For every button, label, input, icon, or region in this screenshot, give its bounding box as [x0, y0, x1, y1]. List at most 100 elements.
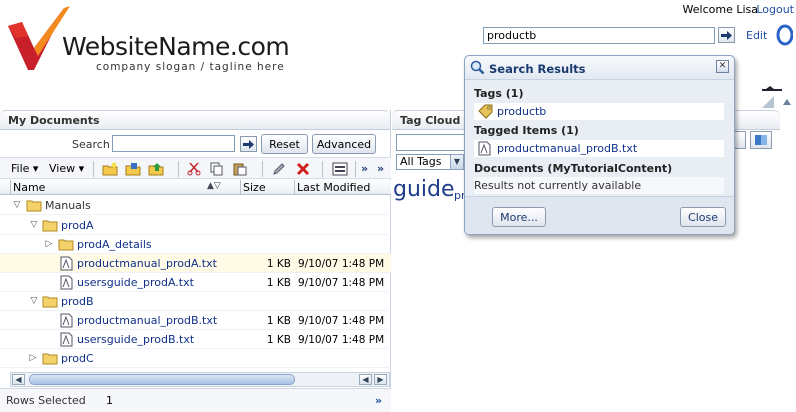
company-logo: WebsiteName.com company slogan / tagline…	[4, 4, 304, 76]
status-bar: Rows Selected 1 »	[0, 388, 391, 412]
panel-overflow-icon[interactable]: »	[377, 162, 384, 175]
tag-toolbar-button[interactable]	[734, 131, 746, 149]
modified-column-header[interactable]: Last Modified	[297, 181, 370, 194]
global-search-go-button[interactable]	[718, 27, 735, 43]
name-column-header[interactable]: Name	[13, 181, 45, 194]
slogan: company slogan / tagline here	[96, 61, 285, 73]
arrow-right-icon	[721, 30, 732, 40]
my-documents-panel: My Documents Search Reset Advanced File …	[0, 110, 391, 412]
advanced-search-button[interactable]: Advanced	[312, 134, 376, 154]
folder-icon	[42, 353, 58, 365]
oracle-logo-icon	[776, 24, 793, 46]
documents-grid-header: Name ▲▽ Size Last Modified	[0, 180, 391, 195]
scroll-left-icon[interactable]: ◀	[359, 374, 372, 385]
table-row[interactable]: usersguide_prodA.txt 1 KB 9/10/07 1:48 P…	[0, 273, 391, 292]
folder-icon	[42, 220, 58, 232]
text-file-icon	[60, 275, 73, 290]
more-results-button[interactable]: More...	[492, 207, 546, 227]
brand-name: WebsiteName.com	[62, 32, 290, 61]
magnifier-icon	[470, 60, 485, 75]
folder-name[interactable]: prodA	[61, 219, 94, 232]
file-name[interactable]: productmanual_prodB.txt	[77, 314, 217, 327]
documents-search-input[interactable]	[112, 135, 235, 152]
file-size: 1 KB	[266, 258, 291, 270]
close-popup-button[interactable]: Close	[680, 207, 726, 227]
logout-link[interactable]: Logout	[756, 3, 794, 16]
tag-icon	[478, 104, 493, 119]
collapse-icon[interactable]: ▽	[29, 296, 39, 306]
toolbar-overflow-icon[interactable]: »	[361, 162, 368, 175]
view-menu[interactable]: View ▾	[49, 162, 84, 175]
size-column-header[interactable]: Size	[243, 181, 266, 194]
table-row[interactable]: ▽ Manuals	[0, 196, 391, 215]
global-search-input[interactable]	[483, 27, 715, 44]
tag-filter-input[interactable]	[396, 134, 466, 151]
file-size: 1 KB	[266, 334, 291, 346]
copy-icon[interactable]	[208, 160, 226, 178]
collapse-icon[interactable]: ▽	[29, 220, 39, 230]
file-name[interactable]: usersguide_prodA.txt	[77, 276, 194, 289]
expand-icon[interactable]: ▷	[44, 239, 54, 249]
status-overflow-icon[interactable]: »	[375, 394, 382, 407]
folder-name[interactable]: Manuals	[45, 199, 91, 212]
search-results-header: Search Results ✕	[465, 56, 734, 80]
folder-name[interactable]: prodB	[61, 295, 94, 308]
edit-link[interactable]: Edit	[746, 29, 767, 42]
upload-document-icon[interactable]	[124, 160, 142, 178]
folder-name[interactable]: prodA_details	[77, 238, 152, 251]
tag-filter-select[interactable]: All Tags ▼	[396, 154, 464, 170]
documents-search-go-button[interactable]	[240, 136, 257, 152]
horizontal-scrollbar[interactable]: ◀ ◀ ▶	[10, 372, 390, 387]
file-name[interactable]: productmanual_prodA.txt	[77, 257, 217, 270]
documents-toolbar: File ▾ View ▾ » »	[0, 157, 391, 179]
file-size: 1 KB	[266, 315, 291, 327]
table-row[interactable]: productmanual_prodB.txt 1 KB 9/10/07 1:4…	[0, 311, 391, 330]
text-file-icon	[60, 256, 73, 271]
chevron-down-icon[interactable]: ▼	[450, 154, 464, 170]
arrow-right-icon	[243, 139, 254, 149]
close-icon[interactable]: ✕	[716, 60, 729, 73]
my-documents-title: My Documents	[0, 110, 390, 130]
delete-icon[interactable]	[294, 160, 312, 178]
tagged-items-heading: Tagged Items (1)	[474, 124, 579, 137]
documents-search-label: Search	[72, 138, 110, 151]
minimize-icon[interactable]	[762, 86, 782, 92]
scroll-right-icon[interactable]: ▶	[374, 374, 387, 385]
table-row[interactable]: ▷ prodC	[0, 349, 391, 368]
file-modified: 9/10/07 1:48 PM	[298, 258, 385, 270]
table-row[interactable]: usersguide_prodB.txt 1 KB 9/10/07 1:48 P…	[0, 330, 391, 349]
collapse-icon[interactable]: ▽	[12, 200, 22, 210]
scrollbar-thumb[interactable]	[29, 374, 295, 385]
expand-icon[interactable]: ▷	[28, 353, 38, 363]
rows-selected-label: Rows Selected	[6, 394, 86, 407]
documents-result-message: Results not currently available	[474, 177, 724, 194]
tag-refresh-button[interactable]	[750, 131, 772, 149]
properties-icon[interactable]	[331, 160, 349, 178]
sort-icon[interactable]: ▲▽	[207, 181, 221, 191]
tagged-item-result[interactable]: productmanual_prodB.txt	[474, 140, 724, 157]
text-file-icon	[60, 332, 73, 347]
tag-cloud-tag[interactable]: guide	[393, 177, 455, 202]
table-row[interactable]: ▷ prodA_details	[0, 235, 391, 254]
scroll-up-icon[interactable]	[781, 96, 793, 108]
reset-button[interactable]: Reset	[261, 134, 308, 154]
file-modified: 9/10/07 1:48 PM	[298, 315, 385, 327]
folder-icon	[26, 200, 42, 212]
file-menu[interactable]: File ▾	[11, 162, 38, 175]
table-row[interactable]: ▽ prodB	[0, 292, 391, 311]
new-folder-icon[interactable]	[101, 160, 119, 178]
folder-icon	[42, 296, 58, 308]
table-row[interactable]: ▽ prodA	[0, 216, 391, 235]
file-name[interactable]: usersguide_prodB.txt	[77, 333, 194, 346]
resize-icon[interactable]	[762, 96, 774, 108]
scroll-left-icon[interactable]: ◀	[12, 374, 25, 385]
welcome-text: Welcome Lisa	[682, 3, 758, 16]
upload-icon[interactable]	[147, 160, 165, 178]
table-row[interactable]: productmanual_prodA.txt 1 KB 9/10/07 1:4…	[0, 254, 391, 273]
cut-icon[interactable]	[185, 160, 203, 178]
tag-result-item[interactable]: productb	[474, 103, 724, 120]
folder-icon	[58, 239, 74, 251]
paste-icon[interactable]	[231, 160, 249, 178]
edit-pencil-icon[interactable]	[270, 160, 288, 178]
folder-name[interactable]: prodC	[61, 352, 94, 365]
